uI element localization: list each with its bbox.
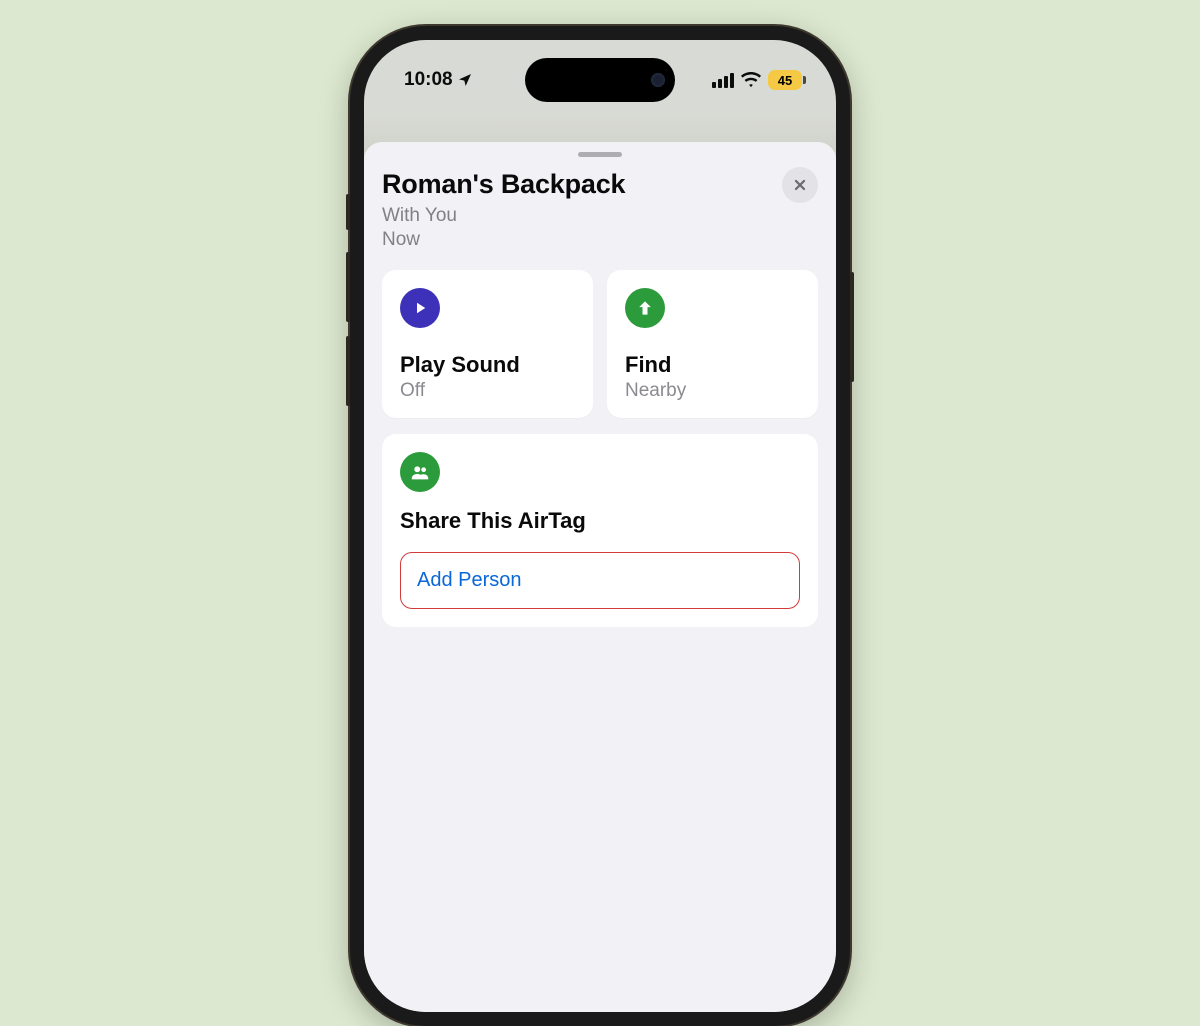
front-camera-icon [651, 73, 665, 87]
side-button-power [850, 272, 854, 382]
play-sound-tile[interactable]: Play Sound Off [382, 270, 593, 418]
airtag-detail-sheet: Roman's Backpack With You Now Play Soun [364, 142, 836, 1012]
status-right: 45 [712, 70, 802, 90]
sheet-grabber[interactable] [578, 152, 622, 157]
side-button-volume-up [346, 252, 350, 322]
side-button-volume-down [346, 336, 350, 406]
play-sound-label: Play Sound [400, 352, 575, 378]
share-airtag-card: Share This AirTag Add Person [382, 434, 818, 627]
airtag-location-status: With You Now [382, 204, 764, 252]
phone-frame: 10:08 45 [350, 26, 850, 1026]
dynamic-island [525, 58, 675, 102]
phone-screen: 10:08 45 [364, 40, 836, 1012]
find-tile[interactable]: Find Nearby [607, 270, 818, 418]
side-button-silence [346, 194, 350, 230]
battery-percent: 45 [778, 73, 792, 88]
add-person-label: Add Person [417, 569, 522, 591]
people-icon [400, 452, 440, 492]
location-services-icon [457, 72, 473, 88]
wifi-icon [741, 72, 761, 88]
arrow-up-icon [625, 288, 665, 328]
find-status: Nearby [625, 380, 800, 402]
status-time: 10:08 [404, 69, 453, 91]
action-tiles: Play Sound Off Find Nearby [382, 270, 818, 418]
status-left: 10:08 [404, 69, 473, 91]
add-person-button[interactable]: Add Person [400, 552, 800, 609]
cellular-signal-icon [712, 73, 734, 88]
find-label: Find [625, 352, 800, 378]
play-icon [400, 288, 440, 328]
location-line-2: Now [382, 229, 420, 250]
close-icon [792, 177, 808, 193]
share-airtag-title: Share This AirTag [400, 508, 800, 534]
battery-indicator: 45 [768, 70, 802, 90]
airtag-title: Roman's Backpack [382, 169, 764, 200]
sheet-header: Roman's Backpack With You Now [382, 169, 818, 252]
location-line-1: With You [382, 205, 457, 226]
close-button[interactable] [782, 167, 818, 203]
play-sound-status: Off [400, 380, 575, 402]
